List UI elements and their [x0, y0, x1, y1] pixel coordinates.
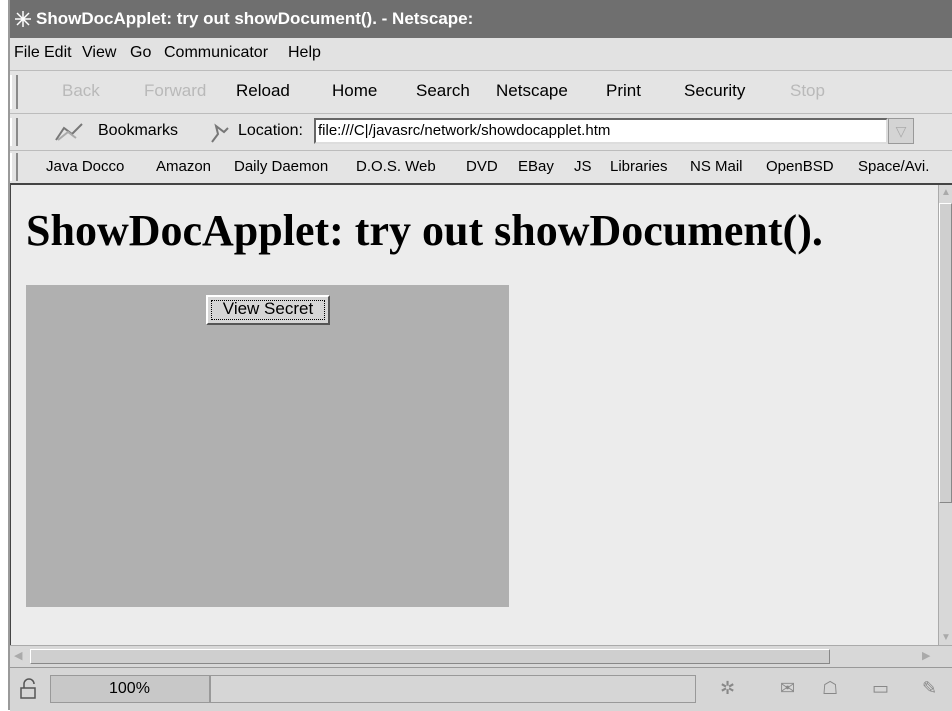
location-label: Location: — [238, 122, 303, 139]
security-lock-icon[interactable] — [18, 678, 40, 700]
title-bar: ShowDocApplet: try out showDocument(). -… — [10, 0, 952, 38]
window-title: ShowDocApplet: try out showDocument(). -… — [36, 9, 474, 28]
reload-button[interactable]: Reload — [236, 81, 290, 101]
mail-icon[interactable]: ✉ — [780, 678, 795, 699]
page-heading: ShowDocApplet: try out showDocument(). — [26, 206, 823, 255]
bookmark-link[interactable]: D.O.S. Web — [356, 158, 436, 175]
menu-view[interactable]: View — [82, 44, 116, 62]
bookmark-link[interactable]: Daily Daemon — [234, 158, 328, 175]
bookmark-link[interactable]: EBay — [518, 158, 554, 175]
bookmark-link[interactable]: JS — [574, 158, 592, 175]
bookmark-link[interactable]: Libraries — [610, 158, 668, 175]
bookmarks-icon — [55, 123, 83, 141]
toolbar-grip[interactable] — [10, 153, 18, 181]
menu-help[interactable]: Help — [288, 44, 321, 62]
menu-bar: File Edit View Go Communicator Help — [10, 38, 952, 71]
scroll-down-icon[interactable]: ▼ — [941, 632, 951, 643]
view-secret-button[interactable]: View Secret — [206, 295, 330, 325]
focus-rect — [211, 300, 325, 320]
scroll-right-icon[interactable]: ▶ — [922, 649, 930, 662]
personal-toolbar: Java Docco Amazon Daily Daemon D.O.S. We… — [10, 151, 952, 185]
netscape-button[interactable]: Netscape — [496, 81, 568, 101]
vertical-scroll-thumb[interactable] — [939, 203, 952, 503]
status-message-field — [210, 675, 696, 703]
bookmarks-button[interactable]: Bookmarks — [98, 122, 178, 140]
zoom-level-field: 100% — [50, 675, 210, 703]
navigator-icon[interactable]: ✲ — [720, 678, 735, 699]
netscape-app-icon — [15, 11, 31, 27]
stop-button[interactable]: Stop — [790, 81, 825, 101]
location-dropdown-icon[interactable]: ▽ — [888, 118, 914, 144]
print-button[interactable]: Print — [606, 81, 641, 101]
browser-window: ShowDocApplet: try out showDocument(). -… — [8, 0, 952, 711]
scroll-left-icon[interactable]: ◀ — [14, 649, 22, 662]
bookmark-link[interactable]: OpenBSD — [766, 158, 834, 175]
status-bar: 100% ✲ ✉ ☖ ▭ ✎ — [10, 667, 952, 711]
zoom-level: 100% — [109, 680, 150, 697]
horizontal-scrollbar[interactable]: ◀ ▶ — [10, 645, 952, 668]
toolbar-grip[interactable] — [10, 75, 18, 109]
scroll-up-icon[interactable]: ▲ — [941, 187, 951, 198]
toolbar-grip[interactable] — [10, 118, 18, 146]
home-button[interactable]: Home — [332, 81, 377, 101]
bookmark-link[interactable]: Amazon — [156, 158, 211, 175]
menu-file[interactable]: File — [14, 44, 40, 62]
vertical-scrollbar[interactable]: ▲ ▼ — [938, 185, 952, 645]
forward-button[interactable]: Forward — [144, 81, 206, 101]
bookmark-link[interactable]: NS Mail — [690, 158, 743, 175]
applet-area: View Secret — [26, 285, 509, 607]
security-button[interactable]: Security — [684, 81, 745, 101]
discussion-icon[interactable]: ☖ — [822, 678, 838, 699]
bookmark-link[interactable]: Space/Avi. — [858, 158, 929, 175]
location-url-field[interactable]: file:///C|/javasrc/network/showdocapplet… — [314, 118, 888, 144]
page-proxy-icon[interactable] — [208, 122, 230, 144]
menu-communicator[interactable]: Communicator — [164, 44, 268, 62]
location-toolbar: Bookmarks Location: file:///C|/javasrc/n… — [10, 114, 952, 151]
composer-icon[interactable]: ▭ — [872, 678, 889, 699]
edit-pen-icon[interactable]: ✎ — [922, 678, 937, 699]
page-content: ShowDocApplet: try out showDocument(). V… — [10, 185, 939, 645]
search-button[interactable]: Search — [416, 81, 470, 101]
back-button[interactable]: Back — [62, 81, 100, 101]
navigation-toolbar: Back Forward Reload Home Search Netscape… — [10, 71, 952, 114]
horizontal-scroll-thumb[interactable] — [30, 649, 830, 664]
menu-go[interactable]: Go — [130, 44, 151, 62]
menu-edit[interactable]: Edit — [44, 44, 72, 62]
bookmark-link[interactable]: Java Docco — [46, 158, 124, 175]
bookmark-link[interactable]: DVD — [466, 158, 498, 175]
